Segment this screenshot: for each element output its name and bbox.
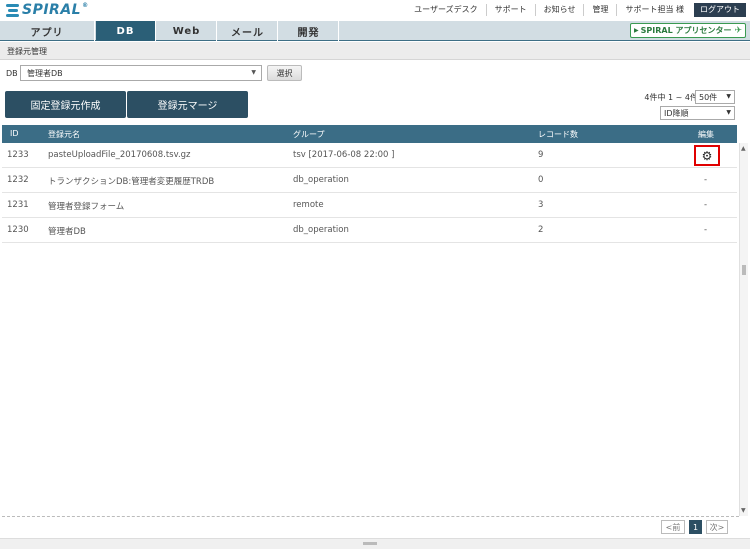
row-group: tsv [2017-06-08 22:00 ]	[293, 150, 395, 160]
result-count: 4件中 1 ~ 4件	[644, 93, 698, 102]
row-name[interactable]: 管理者登録フォーム	[48, 200, 124, 212]
col-edit: 編集	[698, 130, 714, 139]
db-label: DB	[6, 69, 18, 78]
col-group[interactable]: グループ	[293, 129, 325, 140]
scroll-down-icon[interactable]: ▼	[741, 507, 746, 514]
spiral-logo-mark-icon	[6, 3, 20, 17]
row-id: 1233	[7, 150, 29, 160]
users-desk-link[interactable]: ユーザーズデスク	[406, 4, 485, 16]
row-edit-none: -	[704, 225, 708, 235]
row-id: 1231	[7, 200, 29, 210]
top-header: SPIRAL® ユーザーズデスク サポート お知らせ 管理 サポート担当 様 ロ…	[0, 0, 750, 20]
tab-mail[interactable]: メール	[218, 21, 278, 41]
row-name[interactable]: 管理者DB	[48, 225, 86, 237]
merge-source-button[interactable]: 登録元マージ	[127, 91, 248, 118]
tab-web[interactable]: Web	[157, 21, 217, 41]
table-header: ID 登録元名 グループ レコード数 編集	[2, 125, 737, 143]
sort-value: ID降順	[664, 109, 689, 118]
divider	[2, 516, 739, 517]
admin-link[interactable]: 管理	[583, 4, 616, 16]
main-tab-bar: アプリ DB Web メール 開発 ▶ SPIRAL アプリセンター ✈	[0, 21, 750, 41]
row-name[interactable]: pasteUploadFile_20170608.tsv.gz	[48, 150, 191, 160]
table-row[interactable]: 1231 管理者登録フォーム remote 3 -	[2, 193, 737, 218]
row-records: 3	[538, 200, 544, 210]
row-group: db_operation	[293, 175, 349, 185]
caret-down-icon: ▼	[726, 109, 731, 116]
per-page-value: 50件	[699, 93, 718, 102]
vertical-scrollbar[interactable]: ▲ ▼	[739, 143, 748, 516]
caret-down-icon: ▼	[726, 93, 731, 100]
db-select-value: 管理者DB	[27, 69, 63, 78]
row-records: 0	[538, 175, 544, 185]
next-page-button[interactable]: 次>	[706, 520, 728, 534]
scroll-up-icon[interactable]: ▲	[741, 145, 746, 152]
breadcrumb-bar: 登録元管理	[0, 42, 750, 60]
page-title: 登録元管理	[7, 47, 47, 56]
row-id: 1230	[7, 225, 29, 235]
row-group: db_operation	[293, 225, 349, 235]
sort-select[interactable]: ID降順 ▼	[660, 106, 735, 120]
resize-grip[interactable]	[742, 265, 746, 275]
prev-page-button[interactable]: <前	[661, 520, 685, 534]
logo-text: SPIRAL®	[22, 2, 89, 18]
per-page-select[interactable]: 50件 ▼	[695, 90, 735, 104]
gear-icon[interactable]: ⚙	[694, 145, 720, 166]
db-select[interactable]: 管理者DB ▼	[20, 65, 262, 81]
row-group: remote	[293, 200, 324, 210]
user-name: サポート担当 様	[616, 4, 692, 16]
news-link[interactable]: お知らせ	[534, 4, 584, 16]
app-center-label: SPIRAL アプリセンター	[640, 26, 732, 35]
airplane-icon: ✈	[734, 25, 742, 36]
table-row[interactable]: 1233 pasteUploadFile_20170608.tsv.gz tsv…	[2, 143, 737, 168]
table-row[interactable]: 1230 管理者DB db_operation 2 -	[2, 218, 737, 243]
support-link[interactable]: サポート	[485, 4, 535, 16]
top-nav: ユーザーズデスク サポート お知らせ 管理 サポート担当 様 ログアウト	[406, 3, 746, 17]
page-1-button[interactable]: 1	[689, 520, 702, 534]
db-select-button[interactable]: 選択	[267, 65, 302, 81]
create-fixed-source-button[interactable]: 固定登録元作成	[5, 91, 126, 118]
tab-dev[interactable]: 開発	[279, 21, 339, 41]
bottom-bar	[0, 538, 750, 549]
arrow-right-icon: ▶	[633, 27, 639, 34]
col-id[interactable]: ID	[10, 129, 19, 138]
tab-db[interactable]: DB	[96, 21, 156, 41]
table-row[interactable]: 1232 トランザクションDB:管理者変更履歴TRDB db_operation…	[2, 168, 737, 193]
logout-button[interactable]: ログアウト	[694, 3, 746, 17]
row-edit-none: -	[704, 175, 708, 185]
row-id: 1232	[7, 175, 29, 185]
splitter-grip[interactable]	[363, 542, 377, 545]
spiral-logo[interactable]: SPIRAL®	[6, 2, 89, 18]
app-center-button[interactable]: ▶ SPIRAL アプリセンター ✈	[630, 23, 746, 38]
tab-app[interactable]: アプリ	[0, 21, 95, 41]
col-records[interactable]: レコード数	[538, 129, 578, 140]
row-edit-none: -	[704, 200, 708, 210]
col-name[interactable]: 登録元名	[48, 129, 80, 140]
row-records: 2	[538, 225, 544, 235]
row-records: 9	[538, 150, 544, 160]
row-name[interactable]: トランザクションDB:管理者変更履歴TRDB	[48, 175, 214, 187]
caret-down-icon: ▼	[251, 69, 256, 76]
